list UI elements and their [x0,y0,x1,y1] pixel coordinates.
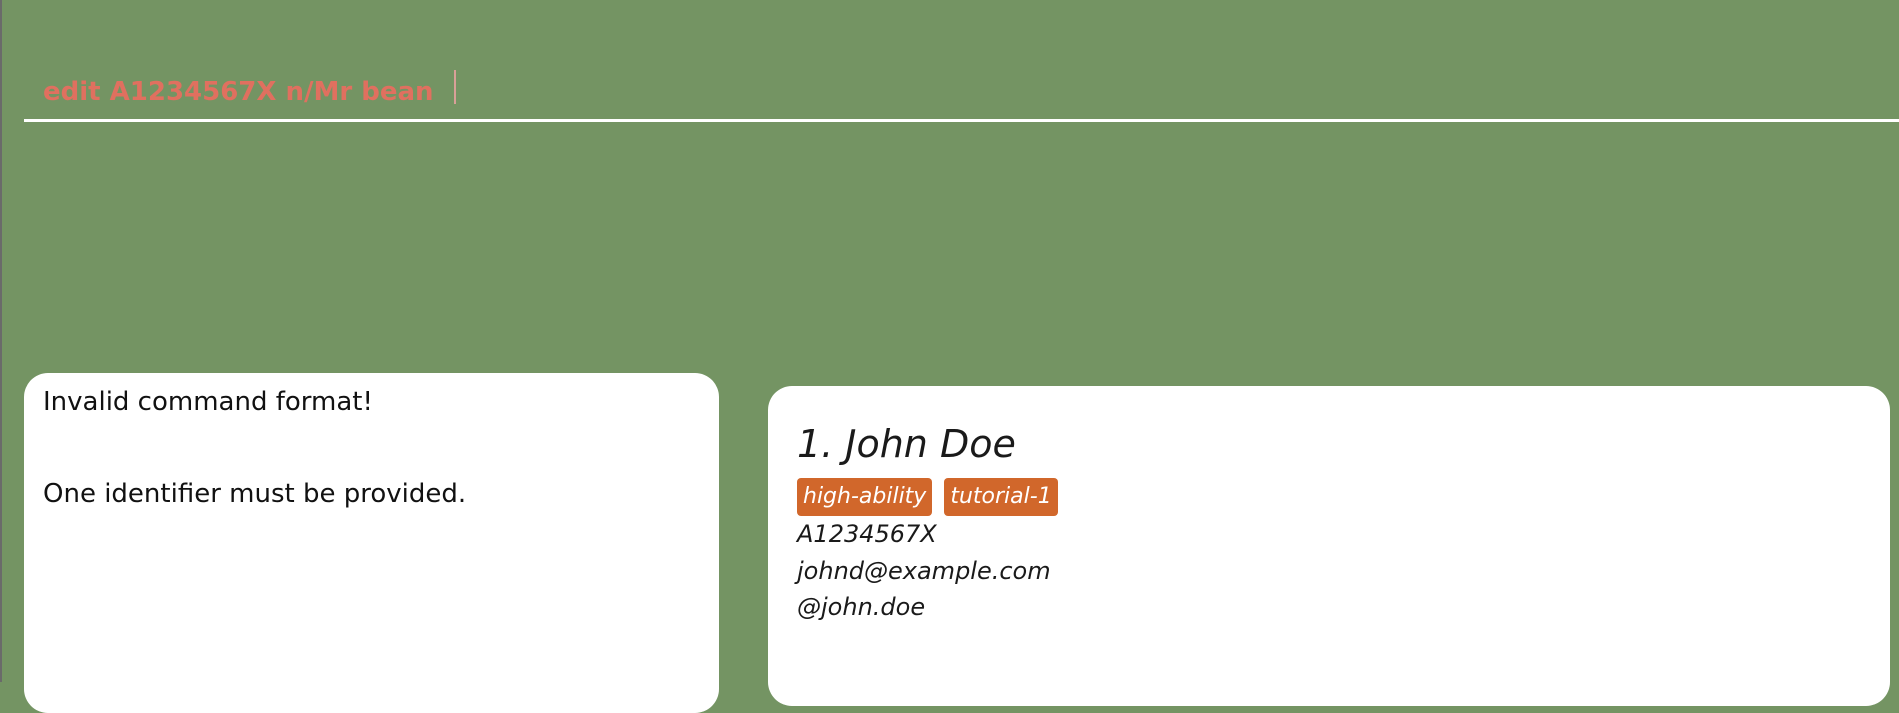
text-caret [454,70,456,104]
window-edge [0,0,2,682]
person-telegram: @john.doe [797,593,926,621]
person-card-title: 1. John Doe [797,422,1016,466]
person-student-id: A1234567X [797,520,937,548]
person-name: John Doe [845,422,1016,466]
result-message-line: One identifier must be provided. [43,479,467,509]
person-tags: high-ability tutorial-1 [797,478,1058,516]
command-box [24,62,1899,122]
person-list-panel: 1. John Doe high-ability tutorial-1 A1234… [768,386,1890,706]
command-input[interactable] [43,72,1843,112]
tag-label: tutorial-1 [944,478,1058,516]
tag-label: high-ability [797,478,933,516]
person-email: johnd@example.com [797,557,1051,585]
result-message-line: Invalid command format! [43,387,373,417]
person-index: 1. [797,422,834,466]
result-display: Invalid command format! One identifier m… [24,373,719,713]
